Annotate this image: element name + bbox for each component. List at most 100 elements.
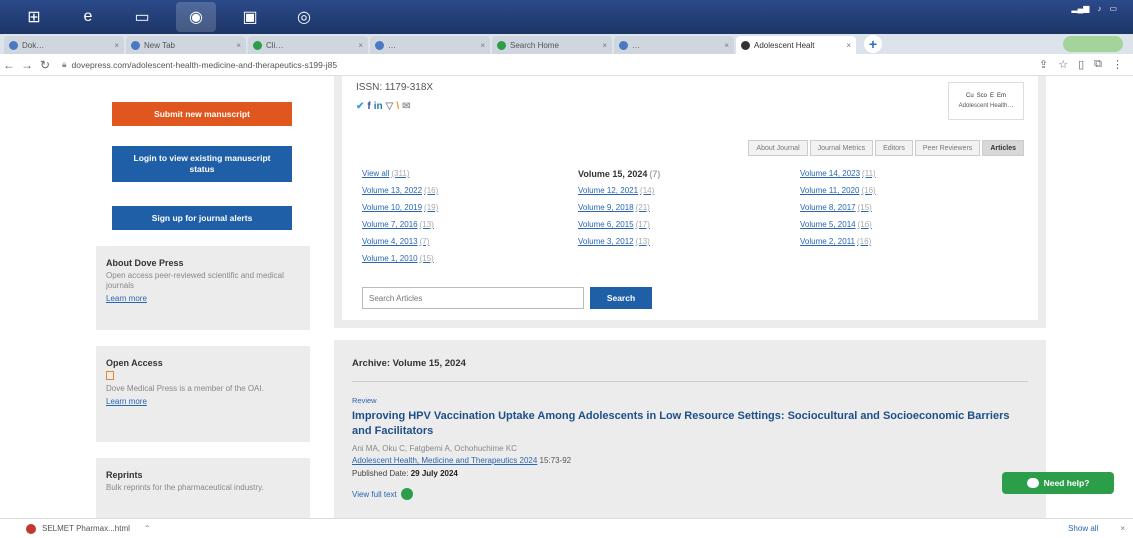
rss-icon[interactable]: \: [396, 101, 399, 112]
need-help-button[interactable]: Need help?: [1002, 472, 1114, 494]
submit-manuscript-button[interactable]: Submit new manuscript: [112, 102, 292, 126]
close-tab-icon[interactable]: ×: [846, 41, 851, 50]
volume-count: (17): [635, 220, 650, 229]
volume-link[interactable]: Volume 7, 2016 (13): [362, 219, 578, 231]
volume-link[interactable]: Volume 3, 2012 (13): [578, 236, 800, 248]
share-email-icon[interactable]: ✉: [402, 101, 410, 112]
tab-journal-metrics[interactable]: Journal Metrics: [809, 140, 874, 156]
tab-articles[interactable]: Articles: [982, 140, 1024, 156]
journal-metrics-badge[interactable]: Cu Sco E Em Adolescent Health…: [948, 82, 1024, 120]
web-page: Submit new manuscript Login to view exis…: [0, 76, 1133, 518]
close-tab-icon[interactable]: ×: [480, 41, 485, 50]
browser-tab-active[interactable]: Adolescent Healt ×: [736, 36, 856, 54]
volume-link[interactable]: Volume 14, 2023 (11): [800, 168, 1000, 180]
volume-link[interactable]: Volume 10, 2019 (19): [362, 202, 578, 214]
article-title-link[interactable]: Improving HPV Vaccination Uptake Among A…: [352, 409, 1028, 439]
volume-link[interactable]: Volume 8, 2017 (15): [800, 202, 1000, 214]
altmetric-badge-icon[interactable]: [400, 488, 413, 500]
close-tab-icon[interactable]: ×: [602, 41, 607, 50]
back-icon[interactable]: ←: [0, 58, 18, 72]
email-icon[interactable]: ▽: [386, 101, 394, 112]
volume-label: Volume 9, 2018: [578, 203, 634, 212]
browser-tab-strip: Dok… × New Tab × Cli… × … × Search Home × … × …: [0, 34, 1133, 54]
volume-link[interactable]: Volume 4, 2013 (7): [362, 236, 578, 248]
browser-tab[interactable]: Cli… ×: [248, 36, 368, 54]
metric-mark: Em: [997, 93, 1007, 99]
bookmark-star-icon[interactable]: ☆: [1058, 58, 1068, 71]
browser-tab[interactable]: … ×: [370, 36, 490, 54]
archive-box: Archive: Volume 15, 2024 Review Improvin…: [334, 340, 1046, 518]
camera-icon[interactable]: ◎: [284, 2, 324, 32]
tab-favicon-icon: [131, 40, 140, 50]
browser-tab[interactable]: Dok… ×: [4, 36, 124, 54]
open-access-learn-more-link[interactable]: Learn more: [106, 397, 300, 406]
download-item[interactable]: SELMET Pharmax...html ⌃: [26, 523, 151, 534]
new-tab-button[interactable]: +: [864, 35, 882, 53]
battery-icon[interactable]: ▭: [1109, 4, 1117, 13]
show-all-downloads-link[interactable]: Show all: [1068, 524, 1098, 533]
system-tray: ▂▄▆ ♪ ▭: [1071, 4, 1125, 13]
view-full-text-link[interactable]: View full text: [352, 490, 397, 499]
open-access-text: Dove Medical Press is a member of the OA…: [106, 384, 264, 393]
about-learn-more-link[interactable]: Learn more: [106, 294, 300, 303]
file-explorer-icon[interactable]: ▭: [122, 2, 162, 32]
chevron-down-icon[interactable]: ⌃: [144, 524, 151, 533]
close-tab-icon[interactable]: ×: [114, 41, 119, 50]
volume-icon[interactable]: ♪: [1097, 4, 1101, 13]
search-button[interactable]: Search: [590, 287, 652, 309]
browser-tab[interactable]: … ×: [614, 36, 734, 54]
forward-icon[interactable]: →: [18, 58, 36, 72]
search-articles-input[interactable]: [362, 287, 584, 309]
url-text: dovepress.com/adolescent-health-medicine…: [71, 59, 338, 70]
lock-icon[interactable]: 🔒︎: [62, 59, 67, 70]
volume-link[interactable]: Volume 2, 2011 (16): [800, 236, 1000, 248]
linkedin-icon[interactable]: in: [374, 101, 383, 112]
sidepanel-icon[interactable]: ▯: [1078, 58, 1084, 71]
login-status-button[interactable]: Login to view existing manuscript status: [112, 146, 292, 182]
article-type-label: Review: [352, 396, 377, 405]
volume-count: (16): [857, 220, 872, 229]
url-field[interactable]: 🔒︎ dovepress.com/adolescent-health-medic…: [62, 57, 1031, 73]
volume-link[interactable]: Volume 13, 2022 (16): [362, 185, 578, 197]
volume-link[interactable]: Volume 11, 2020 (16): [800, 185, 1000, 197]
tab-peer-reviewers[interactable]: Peer Reviewers: [914, 140, 981, 156]
browser-tab[interactable]: New Tab ×: [126, 36, 246, 54]
volume-link[interactable]: Volume 9, 2018 (21): [578, 202, 800, 214]
volume-link[interactable]: Volume 1, 2010 (15): [362, 253, 578, 265]
volume-label: Volume 12, 2021: [578, 186, 639, 195]
close-icon[interactable]: ×: [1120, 524, 1125, 533]
tab-editors[interactable]: Editors: [875, 140, 913, 156]
start-icon[interactable]: ⊞: [14, 2, 54, 32]
metric-mark: E: [990, 93, 995, 99]
article-journal-link[interactable]: Adolescent Health, Medicine and Therapeu…: [352, 456, 537, 465]
volume-count: (7): [419, 237, 430, 246]
edge-icon[interactable]: e: [68, 2, 108, 32]
journal-alerts-button[interactable]: Sign up for journal alerts: [112, 206, 292, 230]
volume-link[interactable]: Volume 6, 2015 (17): [578, 219, 800, 231]
open-access-box: Open Access Dove Medical Press is a memb…: [96, 346, 310, 442]
volume-count: (16): [857, 237, 872, 246]
chrome-icon[interactable]: ◉: [176, 2, 216, 32]
metric-caption: Adolescent Health…: [958, 103, 1014, 109]
volume-link[interactable]: Volume 12, 2021 (14): [578, 185, 800, 197]
menu-icon[interactable]: ⋮: [1112, 58, 1123, 71]
close-tab-icon[interactable]: ×: [358, 41, 363, 50]
facebook-icon[interactable]: f: [367, 101, 370, 112]
volume-link[interactable]: View all (311): [362, 168, 578, 180]
close-tab-icon[interactable]: ×: [236, 41, 241, 50]
browser-tab[interactable]: Search Home ×: [492, 36, 612, 54]
share-icon[interactable]: ⇪: [1039, 58, 1048, 71]
tab-about-journal[interactable]: About Journal: [748, 140, 808, 156]
volume-link[interactable]: Volume 5, 2014 (16): [800, 219, 1000, 231]
media-icon[interactable]: ▣: [230, 2, 270, 32]
profile-avatar[interactable]: [1063, 36, 1123, 52]
extensions-icon[interactable]: ⧉: [1094, 58, 1102, 71]
volume-label: Volume 6, 2015: [578, 220, 634, 229]
volume-link-current[interactable]: Volume 15, 2024 (7): [578, 168, 800, 180]
reload-icon[interactable]: ↻: [36, 58, 54, 72]
twitter-icon[interactable]: ✔: [356, 101, 364, 112]
toolbar-icons: ⇪ ☆ ▯ ⧉ ⋮: [1039, 58, 1123, 71]
close-tab-icon[interactable]: ×: [724, 41, 729, 50]
network-icon[interactable]: ▂▄▆: [1071, 4, 1089, 13]
metric-mark: Sco: [976, 93, 987, 99]
